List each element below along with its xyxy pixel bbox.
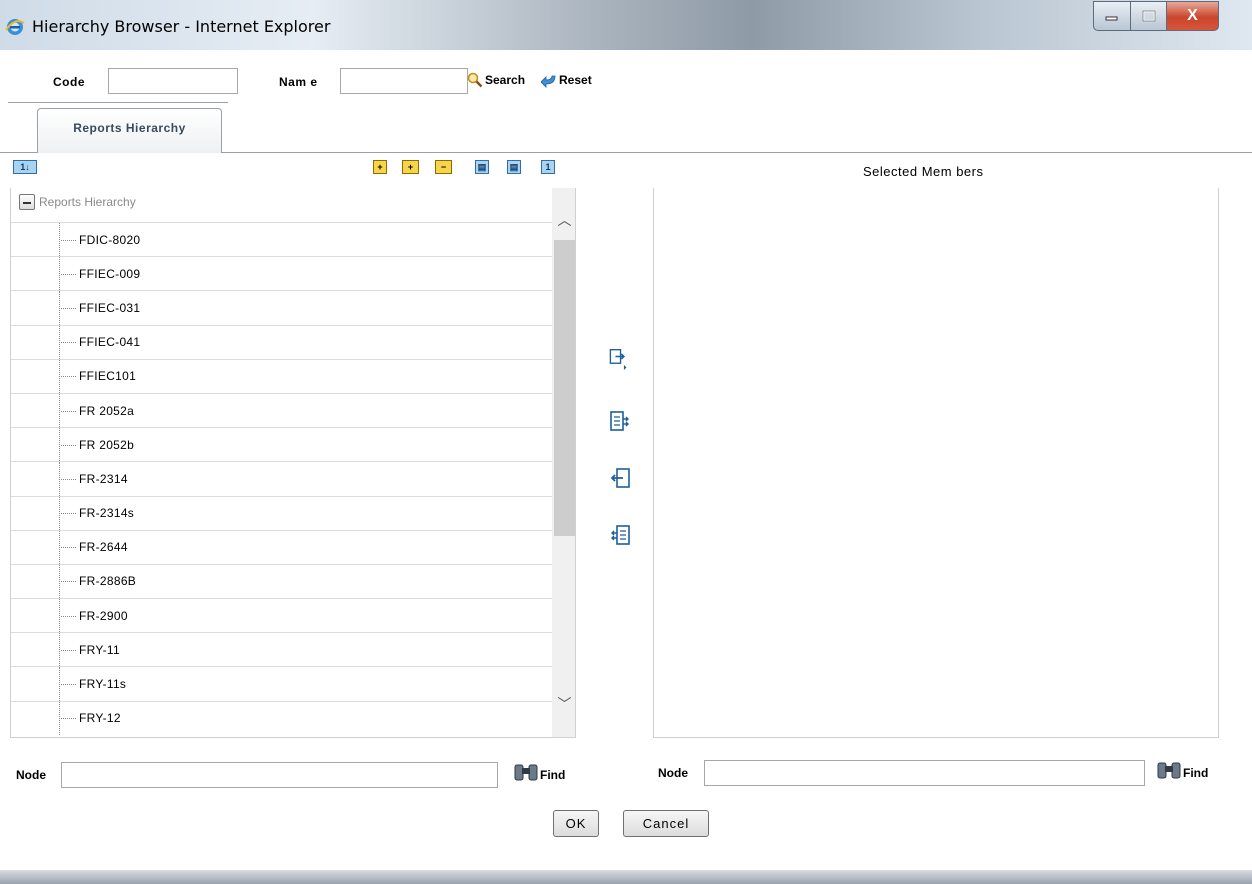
- reset-icon: [541, 75, 556, 88]
- selected-members-title: Selected Mem bers: [863, 164, 984, 179]
- number-icon[interactable]: 1: [541, 160, 555, 174]
- close-button[interactable]: X: [1167, 1, 1219, 31]
- code-input[interactable]: [108, 68, 238, 94]
- tree-rows: FDIC-8020 FFIEC-009 FFIEC-031 FFIEC-041 FFIE…: [11, 222, 552, 736]
- binoculars-icon: [1157, 762, 1181, 779]
- hierarchy-tree: Reports Hierarchy FDIC-8020 FFIEC-009 FFIE…: [10, 188, 576, 738]
- tree-item[interactable]: FR 2052a: [11, 392, 552, 428]
- window-controls: X: [1093, 1, 1219, 31]
- internet-explorer-icon: [5, 19, 25, 35]
- tree-item-label: FRY-11s: [79, 677, 127, 692]
- tree-item-label: FR 2052b: [79, 437, 135, 452]
- right-node-input[interactable]: [704, 760, 1145, 786]
- tree-item[interactable]: FRY-11: [11, 632, 552, 667]
- minimize-icon: [1105, 16, 1118, 21]
- search-icon: [467, 72, 483, 88]
- sort-glyph: 1↓: [20, 162, 30, 172]
- expand-selected-icon[interactable]: +: [402, 160, 419, 174]
- reset-button[interactable]: Reset: [541, 72, 592, 88]
- grid-icon[interactable]: ▤: [475, 160, 489, 174]
- binoculars-icon: [514, 764, 538, 781]
- sort-icon[interactable]: 1↓: [13, 160, 37, 174]
- left-node-label: Node: [16, 768, 46, 782]
- tree-item-label: FR-2886B: [79, 574, 137, 589]
- cancel-button[interactable]: Cancel: [623, 810, 709, 837]
- tree-item-label: FRY-12: [79, 711, 121, 726]
- search-label: Search: [485, 73, 526, 87]
- tab-label: Reports Hierarchy: [73, 121, 186, 135]
- tree-item[interactable]: FR-2644: [11, 529, 552, 565]
- move-selected-left-icon[interactable]: [610, 468, 630, 490]
- tree-item[interactable]: FFIEC101: [11, 358, 552, 394]
- scrollbar-thumb[interactable]: [554, 240, 575, 536]
- tree-item-label: FFIEC-009: [79, 266, 141, 281]
- tree-item[interactable]: FR-2900: [11, 598, 552, 633]
- tree-item-label: FR-2644: [79, 540, 128, 555]
- tree-item[interactable]: FR-2886B: [11, 563, 552, 599]
- scroll-down-icon[interactable]: ﹀: [552, 694, 575, 714]
- tree-item-label: FDIC-8020: [79, 232, 141, 247]
- left-find-label: Find: [540, 768, 566, 782]
- collapse-node-icon[interactable]: [19, 194, 35, 210]
- tree-item-label: FFIEC-041: [79, 335, 141, 350]
- left-find-button[interactable]: Find: [514, 762, 565, 782]
- name-label: Nam e: [279, 75, 318, 89]
- grid-alt-icon[interactable]: ▤: [507, 160, 521, 174]
- tree-item-label: FR-2314: [79, 471, 128, 486]
- right-find-button[interactable]: Find: [1157, 760, 1208, 780]
- tree-item-label: FFIEC101: [79, 369, 137, 384]
- minimize-button[interactable]: [1093, 1, 1131, 31]
- tree-item[interactable]: FR-2314s: [11, 495, 552, 530]
- tree-item[interactable]: FFIEC-041: [11, 324, 552, 359]
- number-glyph: 1: [545, 162, 551, 172]
- selected-members-list[interactable]: [653, 188, 1219, 738]
- tree-item-label: FR-2900: [79, 608, 128, 623]
- collapse-icon[interactable]: −: [435, 160, 452, 174]
- tree-item[interactable]: FFIEC-009: [11, 256, 552, 291]
- scroll-up-icon[interactable]: ︿: [552, 210, 575, 230]
- reset-label: Reset: [559, 73, 592, 87]
- close-icon: X: [1187, 7, 1198, 24]
- tree-item[interactable]: FDIC-8020: [11, 222, 552, 257]
- ok-button[interactable]: OK: [553, 810, 599, 837]
- move-all-right-icon[interactable]: [610, 411, 630, 433]
- status-bar: [0, 870, 1252, 884]
- code-label: Code: [53, 75, 85, 89]
- expand-all-icon[interactable]: +: [373, 160, 387, 174]
- tree-root[interactable]: Reports Hierarchy: [19, 194, 136, 210]
- tree-item[interactable]: FRY-12: [11, 700, 552, 736]
- tree-item[interactable]: FR 2052b: [11, 427, 552, 462]
- tab-reports-hierarchy[interactable]: Reports Hierarchy: [8, 102, 228, 153]
- right-node-label: Node: [658, 766, 688, 780]
- tree-item-label: FFIEC-031: [79, 300, 141, 315]
- maximize-button[interactable]: [1131, 1, 1167, 31]
- tree-root-label: Reports Hierarchy: [39, 195, 136, 209]
- name-input[interactable]: [340, 68, 468, 94]
- move-all-left-icon[interactable]: [610, 525, 630, 547]
- right-find-label: Find: [1183, 766, 1209, 780]
- tree-item-label: FR 2052a: [79, 403, 135, 418]
- search-button[interactable]: Search: [467, 72, 525, 88]
- window-title: Hierarchy Browser - Internet Explorer: [32, 17, 331, 36]
- tree-item-label: FR-2314s: [79, 506, 135, 521]
- tree-item[interactable]: FFIEC-031: [11, 290, 552, 325]
- left-node-input[interactable]: [61, 762, 498, 788]
- move-selected-right-icon[interactable]: [608, 348, 628, 370]
- tree-item-label: FRY-11: [79, 642, 120, 657]
- tree-scrollbar[interactable]: ︿ ﹀: [552, 188, 575, 737]
- window-title-bar: Hierarchy Browser - Internet Explorer X: [0, 0, 1252, 50]
- tree-item[interactable]: FR-2314: [11, 461, 552, 496]
- maximize-icon: [1142, 10, 1155, 22]
- tree-item[interactable]: FRY-11s: [11, 666, 552, 701]
